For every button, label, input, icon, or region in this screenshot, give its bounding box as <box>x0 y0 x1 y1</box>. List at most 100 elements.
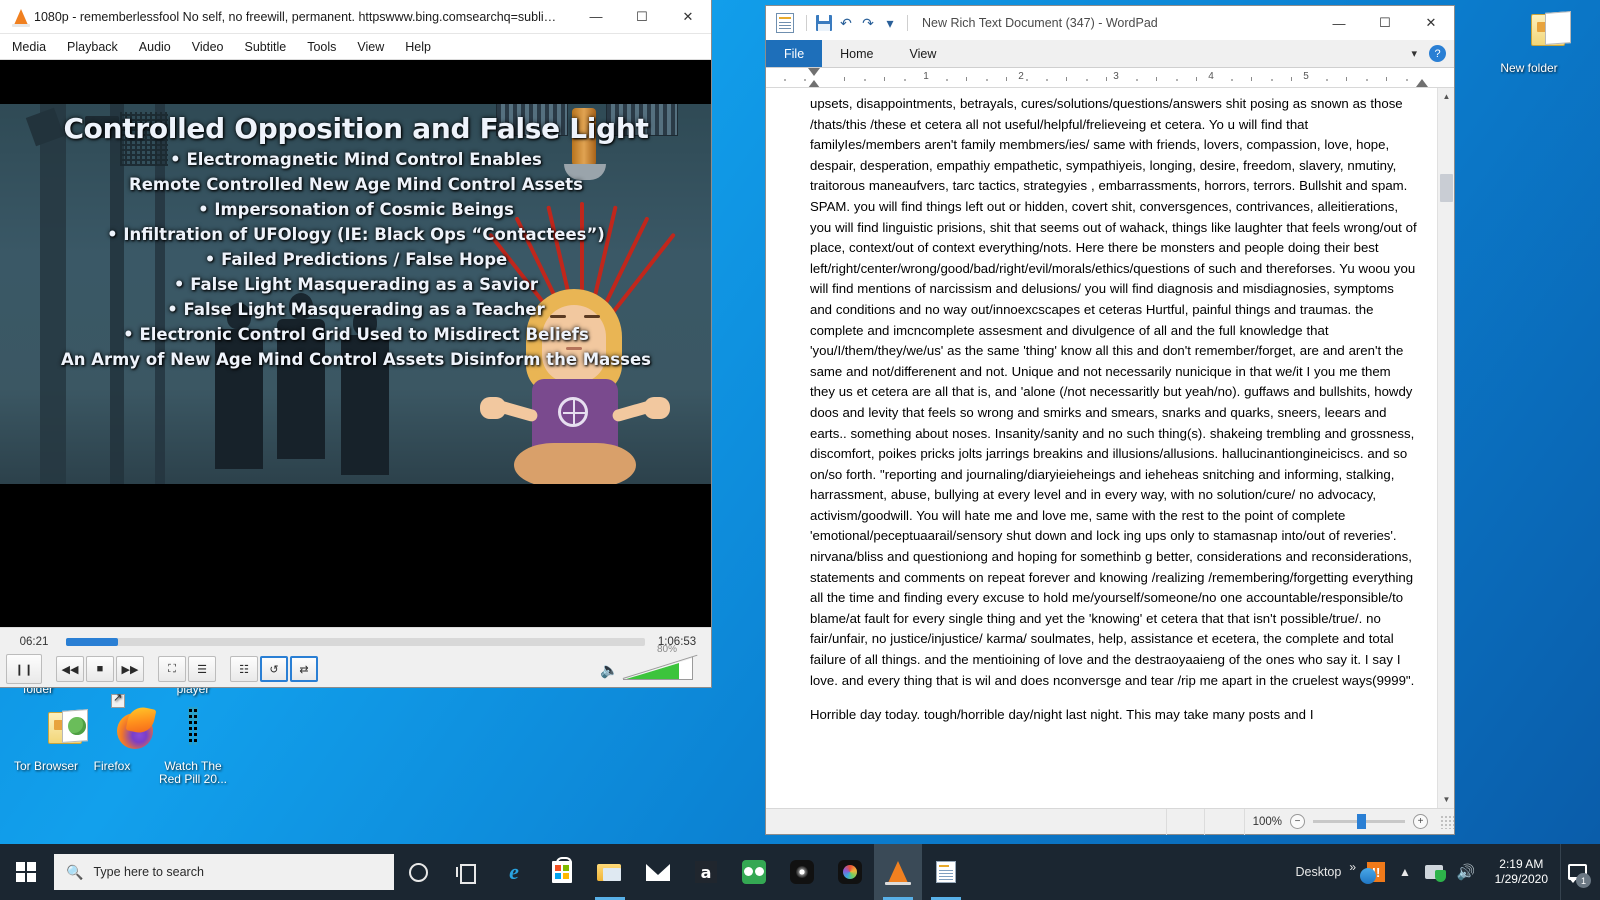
help-icon[interactable]: ? <box>1429 45 1446 62</box>
taskbar-amazon[interactable]: a <box>682 844 730 900</box>
left-indent-marker[interactable] <box>808 80 820 87</box>
desktop-icon-watch-the-red-pill[interactable]: Watch The Red Pill 20... <box>145 707 241 786</box>
volume-slider[interactable]: 80% <box>623 644 693 680</box>
wordpad-close-button[interactable]: ✕ <box>1408 6 1454 40</box>
desktop-icon-firefox[interactable]: Firefox <box>70 692 157 773</box>
taskbar-file-explorer[interactable] <box>586 844 634 900</box>
tab-view[interactable]: View <box>892 40 955 67</box>
next-button[interactable]: ▶▶ <box>116 656 144 682</box>
save-icon[interactable] <box>813 12 835 34</box>
slide-bullet: Remote Controlled New Age Mind Control A… <box>129 175 583 194</box>
vlc-minimize-button[interactable]: — <box>573 0 619 34</box>
vlc-seek-row: 06:21 1:06:53 <box>0 628 711 652</box>
taskbar-microsoft-store[interactable] <box>538 844 586 900</box>
vlc-menu-audio[interactable]: Audio <box>139 40 171 54</box>
collapse-ribbon-icon[interactable]: ▾ <box>1411 47 1417 60</box>
playlist-icon[interactable]: ☷ <box>230 656 258 682</box>
speaker-icon[interactable]: 🔈 <box>600 661 619 680</box>
zoom-slider-thumb[interactable] <box>1357 814 1366 829</box>
tray-notification-icon[interactable]: !! <box>1360 862 1392 884</box>
show-desktop-label[interactable]: Desktop <box>1287 865 1349 879</box>
camera-icon <box>790 860 814 884</box>
vlc-cone-icon <box>8 8 34 27</box>
clock-date: 1/29/2020 <box>1494 872 1548 886</box>
taskbar-tripadvisor[interactable] <box>730 844 778 900</box>
zoom-control[interactable]: 100% − + <box>1245 814 1436 829</box>
scroll-up-icon[interactable]: ▲ <box>1438 88 1454 105</box>
customize-quick-access-icon[interactable]: ▾ <box>879 12 901 34</box>
vlc-titlebar[interactable]: 1080p - rememberlessfool No self, no fre… <box>0 0 711 34</box>
taskbar-wordpad[interactable] <box>922 844 970 900</box>
taskbar-vlc[interactable] <box>874 844 922 900</box>
vlc-video-surface[interactable]: Controlled Opposition and False Light • … <box>0 60 711 627</box>
pause-button[interactable]: ❙❙ <box>6 654 42 684</box>
previous-button[interactable]: ◀◀ <box>56 656 84 682</box>
overflow-icon[interactable]: » <box>1349 860 1360 884</box>
vlc-button-row: ❙❙ ◀◀ ■ ▶▶ ⛶ ☰ ☷ ↺ ⇄ 🔈 80% <box>0 644 711 684</box>
wordpad-document-area[interactable]: upsets, disappointments, betrayals, cure… <box>766 88 1454 808</box>
vlc-menu-playback[interactable]: Playback <box>67 40 118 54</box>
windows-logo-icon <box>16 862 36 882</box>
undo-icon[interactable]: ↶ <box>835 12 857 34</box>
slide-bullet: • False Light Masquerading as a Savior <box>173 275 539 294</box>
vlc-menu-view[interactable]: View <box>357 40 384 54</box>
seek-slider[interactable] <box>66 638 645 646</box>
zoom-in-button[interactable]: + <box>1413 814 1428 829</box>
slide-bullet: An Army of New Age Mind Control Assets D… <box>61 350 651 369</box>
vlc-menu-subtitle[interactable]: Subtitle <box>245 40 287 54</box>
fullscreen-icon[interactable]: ⛶ <box>158 656 186 682</box>
vlc-menu-tools[interactable]: Tools <box>307 40 336 54</box>
document-paragraph: upsets, disappointments, betrayals, cure… <box>810 96 1417 688</box>
photo-viewer-icon <box>838 860 862 884</box>
volume-icon[interactable]: 🔊 <box>1450 863 1483 881</box>
search-input[interactable]: 🔍 Type here to search <box>54 854 394 890</box>
tripadvisor-icon <box>742 860 766 884</box>
clock[interactable]: 2:19 AM 1/29/2020 <box>1483 857 1560 887</box>
microsoft-store-icon <box>552 857 572 883</box>
first-line-indent-marker[interactable] <box>808 68 820 76</box>
zoom-out-button[interactable]: − <box>1290 814 1305 829</box>
resize-grip[interactable] <box>1440 814 1454 829</box>
volume-control[interactable]: 🔈 80% <box>600 644 705 680</box>
wordpad-maximize-button[interactable]: ☐ <box>1362 6 1408 40</box>
tab-home[interactable]: Home <box>822 40 891 67</box>
start-button[interactable] <box>0 844 52 900</box>
taskbar-camera-black[interactable] <box>778 844 826 900</box>
scroll-down-icon[interactable]: ▼ <box>1438 791 1454 808</box>
taskbar-mail[interactable] <box>634 844 682 900</box>
extended-settings-icon[interactable]: ☰ <box>188 656 216 682</box>
desktop-icon-label: New folder <box>1500 61 1558 75</box>
wordpad-minimize-button[interactable]: — <box>1316 6 1362 40</box>
document-scrollbar[interactable]: ▲ ▼ <box>1437 88 1454 808</box>
action-center-button[interactable]: 1 <box>1560 844 1594 900</box>
search-icon: 🔍 <box>66 863 84 880</box>
vlc-maximize-button[interactable]: ☐ <box>619 0 665 34</box>
slide-bullet: • Electromagnetic Mind Control Enables <box>170 150 542 169</box>
vlc-close-button[interactable]: ✕ <box>665 0 711 34</box>
taskbar-camera-color[interactable] <box>826 844 874 900</box>
stop-button[interactable]: ■ <box>86 656 114 682</box>
vlc-menu-media[interactable]: Media <box>12 40 46 54</box>
shuffle-icon[interactable]: ⇄ <box>290 656 318 682</box>
show-hidden-icons-icon[interactable]: ▲ <box>1392 865 1418 879</box>
wordpad-app-icon <box>776 13 794 33</box>
scrollbar-thumb[interactable] <box>1440 174 1453 202</box>
search-placeholder: Type here to search <box>93 865 204 879</box>
vlc-menu-help[interactable]: Help <box>405 40 431 54</box>
document-page[interactable]: upsets, disappointments, betrayals, cure… <box>766 88 1437 808</box>
slide-bullet: • Electronic Control Grid Used to Misdir… <box>123 325 589 344</box>
loop-icon[interactable]: ↺ <box>260 656 288 682</box>
taskbar-edge[interactable]: e <box>490 844 538 900</box>
network-icon[interactable] <box>1418 865 1450 882</box>
ruler-number: 5 <box>1303 71 1309 82</box>
zoom-slider[interactable] <box>1313 814 1405 829</box>
wordpad-ruler[interactable]: 1 2 3 4 5 <box>766 68 1454 88</box>
taskbar-task-view[interactable] <box>442 844 490 900</box>
redo-icon[interactable]: ↷ <box>857 12 879 34</box>
desktop-icon-new-folder[interactable]: New folder <box>1487 10 1571 75</box>
right-indent-marker[interactable] <box>1416 79 1428 87</box>
tab-file[interactable]: File <box>766 40 823 67</box>
taskbar-cortana[interactable] <box>394 844 442 900</box>
wordpad-titlebar[interactable]: ↶ ↷ ▾ New Rich Text Document (347) - Wor… <box>766 6 1454 40</box>
vlc-menu-video[interactable]: Video <box>192 40 224 54</box>
